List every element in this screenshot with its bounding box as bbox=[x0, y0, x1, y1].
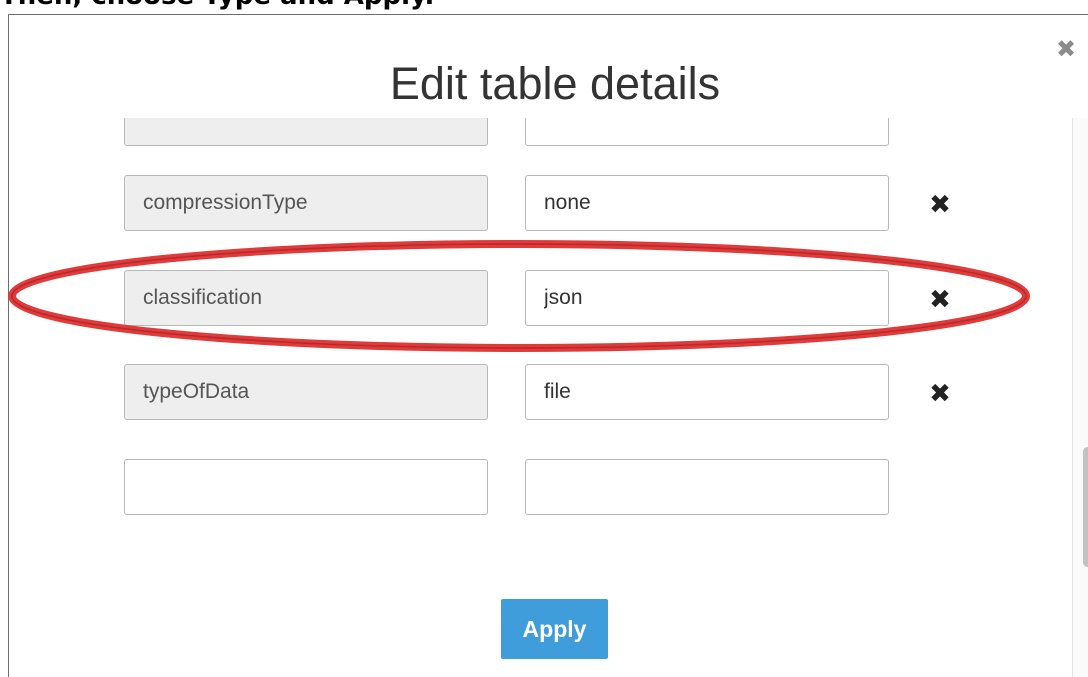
property-key-input[interactable] bbox=[124, 270, 488, 326]
dialog-title: Edit table details bbox=[389, 58, 721, 109]
scrollbar-track[interactable] bbox=[1072, 118, 1088, 677]
new-property-key-input[interactable] bbox=[124, 459, 488, 515]
property-value-input[interactable] bbox=[525, 364, 889, 420]
remove-row-icon[interactable]: ✖ bbox=[925, 190, 955, 220]
property-value-input[interactable] bbox=[525, 175, 889, 231]
remove-row-icon[interactable]: ✖ bbox=[925, 285, 955, 315]
caption-fragment: Then, choose Type and Apply. bbox=[0, 0, 1088, 14]
property-key-input[interactable] bbox=[124, 364, 488, 420]
remove-row-icon[interactable]: ✖ bbox=[925, 379, 955, 409]
caption-text: Then, choose Type and Apply. bbox=[0, 0, 434, 11]
scrollbar-thumb[interactable] bbox=[1083, 447, 1088, 567]
property-value-input[interactable] bbox=[525, 118, 889, 146]
table-properties-list: ✖ ✖ ✖ bbox=[100, 118, 1060, 558]
new-property-value-input[interactable] bbox=[525, 459, 889, 515]
property-value-input[interactable] bbox=[525, 270, 889, 326]
property-key-input[interactable] bbox=[124, 118, 488, 146]
property-key-input[interactable] bbox=[124, 175, 488, 231]
apply-button[interactable]: Apply bbox=[501, 599, 608, 659]
